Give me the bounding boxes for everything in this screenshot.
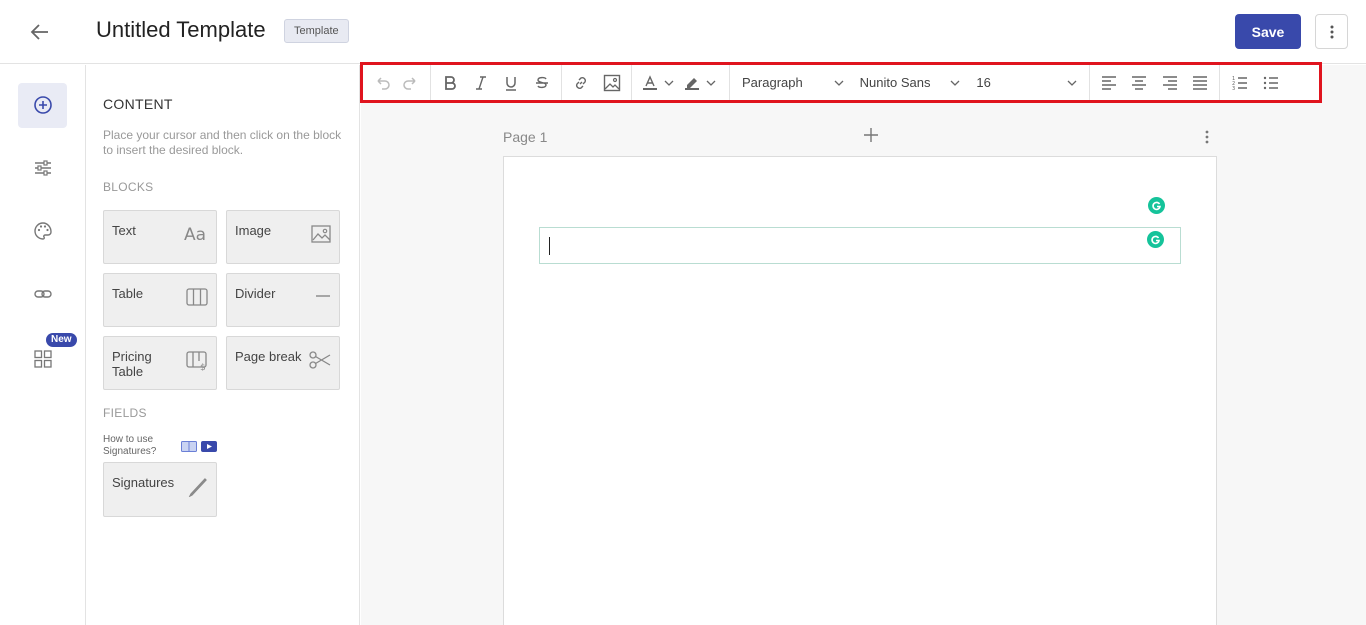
video-play-icon[interactable]: [201, 441, 217, 452]
font-family-value: Nunito Sans: [859, 75, 931, 90]
vertical-dots-icon: [1330, 25, 1333, 39]
block-pricing-table[interactable]: Pricing Table $: [103, 336, 217, 390]
page-label: Page 1: [503, 129, 548, 145]
grid-icon: [33, 350, 52, 368]
font-family-select[interactable]: Nunito Sans: [852, 68, 969, 98]
grammarly-icon[interactable]: [1147, 231, 1164, 248]
template-title[interactable]: Untitled Template: [96, 17, 266, 43]
document-page[interactable]: [503, 156, 1217, 625]
back-arrow-icon[interactable]: [28, 20, 52, 44]
bullet-list-icon[interactable]: [1255, 68, 1286, 98]
alignment-group: [1090, 65, 1220, 100]
chevron-down-icon: [1067, 80, 1077, 86]
block-style-select[interactable]: Paragraph: [734, 68, 852, 98]
how-to-signatures[interactable]: How to use Signatures?: [103, 434, 183, 458]
chevron-down-icon: [834, 80, 844, 86]
chevron-down-icon: [950, 80, 960, 86]
pricing-table-icon: $: [186, 351, 208, 371]
rail-item-settings[interactable]: [18, 146, 67, 191]
font-size-value: 16: [976, 75, 991, 90]
align-right-icon[interactable]: [1155, 68, 1185, 98]
text-block-editor[interactable]: [539, 227, 1181, 264]
fields-label: FIELDS: [103, 406, 147, 420]
block-page-break[interactable]: Page break: [226, 336, 340, 390]
block-image[interactable]: Image: [226, 210, 340, 264]
highlight-color-dropdown[interactable]: [706, 68, 720, 98]
italic-icon[interactable]: [466, 68, 497, 98]
align-justify-icon[interactable]: [1185, 68, 1215, 98]
divider-icon: [315, 290, 331, 302]
more-options-button[interactable]: [1315, 14, 1348, 49]
undo-icon[interactable]: [367, 68, 397, 98]
block-label: Page break: [235, 349, 302, 364]
block-label: Pricing Table: [112, 349, 152, 379]
font-size-select[interactable]: 16: [968, 68, 1085, 98]
new-badge: New: [46, 333, 77, 347]
insert-link-icon[interactable]: [566, 68, 597, 98]
ordered-list-icon[interactable]: 123: [1224, 68, 1255, 98]
block-table[interactable]: Table: [103, 273, 217, 327]
scissors-icon: [309, 351, 331, 369]
svg-text:$: $: [200, 363, 206, 371]
list-group: 123: [1220, 65, 1290, 100]
block-label: Text: [112, 223, 136, 238]
text-color-dropdown[interactable]: [664, 68, 678, 98]
highlight-color-icon[interactable]: [678, 68, 706, 98]
svg-text:3: 3: [1232, 86, 1235, 91]
align-left-icon[interactable]: [1094, 68, 1124, 98]
palette-icon: [33, 222, 52, 240]
link-icon: [33, 290, 52, 298]
blocks-label: BLOCKS: [103, 180, 154, 194]
align-center-icon[interactable]: [1124, 68, 1154, 98]
pen-icon: [188, 477, 208, 497]
bold-icon[interactable]: [435, 68, 466, 98]
text-cursor: [549, 237, 550, 255]
color-group: [632, 65, 730, 100]
top-header: Untitled Template Template Save: [0, 0, 1366, 64]
left-icon-rail: New: [0, 65, 86, 625]
grammarly-icon[interactable]: [1148, 197, 1165, 214]
field-label: Signatures: [112, 475, 175, 490]
redo-icon[interactable]: [397, 68, 427, 98]
history-group: [363, 65, 431, 100]
text-aa-icon: Aa: [184, 223, 208, 245]
typography-group: Paragraph Nunito Sans 16: [730, 65, 1090, 100]
guide-book-icon[interactable]: [181, 441, 197, 452]
rail-item-links[interactable]: [18, 272, 67, 317]
field-signatures[interactable]: Signatures: [103, 462, 217, 517]
insert-image-icon[interactable]: [597, 68, 628, 98]
panel-title: CONTENT: [103, 96, 173, 112]
block-label: Divider: [235, 286, 276, 301]
page-options-icon[interactable]: [1204, 130, 1210, 144]
block-divider[interactable]: Divider: [226, 273, 340, 327]
panel-description: Place your cursor and then click on the …: [103, 128, 342, 157]
text-color-icon[interactable]: [636, 68, 664, 98]
save-button[interactable]: Save: [1235, 14, 1301, 49]
insert-group: [562, 65, 632, 100]
table-icon: [186, 288, 208, 306]
editor-canvas: Paragraph Nunito Sans 16 1 2 3 Page 1: [360, 62, 1366, 625]
template-tag: Template: [284, 19, 349, 43]
plus-circle-icon: [33, 96, 52, 114]
add-page-icon[interactable]: [864, 128, 878, 142]
image-icon: [311, 225, 331, 243]
sliders-icon: [34, 160, 51, 176]
svg-text:Aa: Aa: [184, 225, 206, 245]
block-label: Table: [112, 286, 144, 301]
formatting-toolbar: Paragraph Nunito Sans 16 1 2 3: [360, 62, 1322, 103]
block-label: Image: [235, 223, 272, 238]
underline-icon[interactable]: [496, 68, 527, 98]
rail-item-theme[interactable]: [18, 209, 67, 254]
strikethrough-icon[interactable]: [527, 68, 558, 98]
how-to-icons: [181, 441, 217, 452]
block-style-value: Paragraph: [742, 75, 803, 90]
block-text[interactable]: Text Aa: [103, 210, 217, 264]
text-style-group: [431, 65, 562, 100]
rail-item-add-content[interactable]: [18, 83, 67, 128]
content-panel: CONTENT Place your cursor and then click…: [86, 65, 360, 625]
